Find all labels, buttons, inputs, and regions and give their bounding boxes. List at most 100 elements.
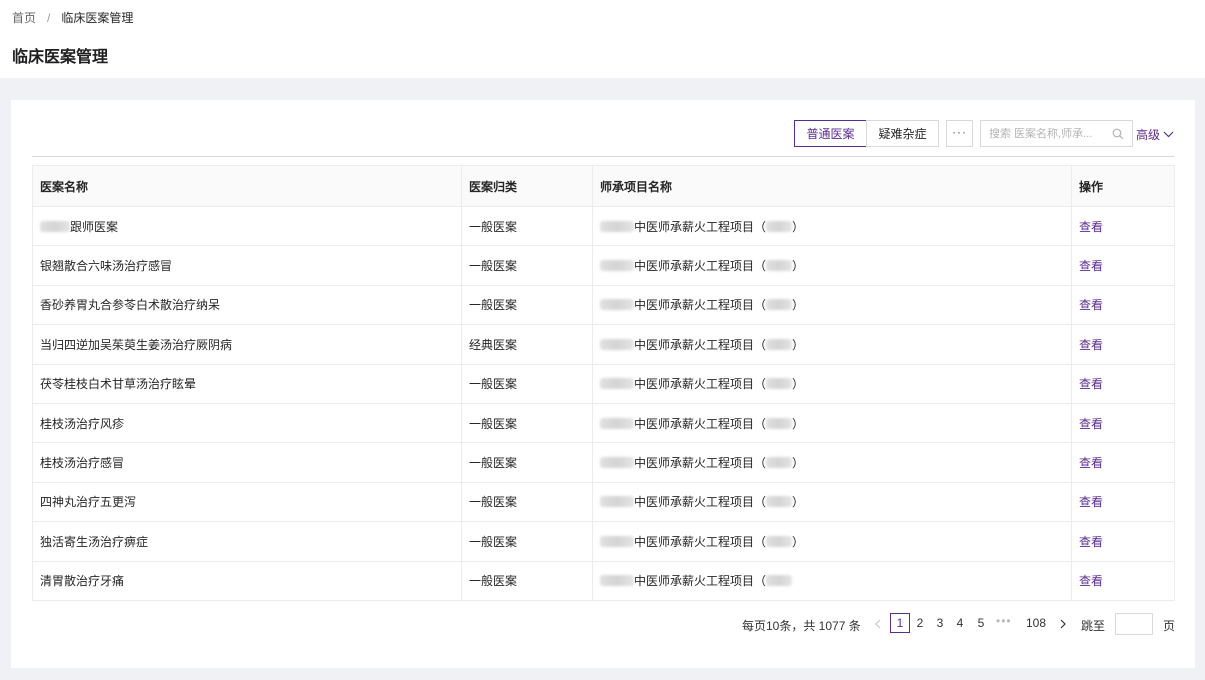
case-name[interactable]: 茯苓桂枝白术甘草汤治疗眩晕 [40, 377, 196, 391]
redacted-text [600, 457, 634, 469]
view-link[interactable]: 查看 [1079, 338, 1103, 352]
cell-category: 一般医案 [461, 402, 593, 444]
table-header-row: 医案名称 医案归类 师承项目名称 操作 [32, 165, 1175, 207]
cell-project: 中医师承薪火工程项目（ ） [592, 481, 1072, 523]
table-row: 四神丸治疗五更泻 一般医案 中医师承薪火工程项目（ ） 查看 [32, 481, 1175, 523]
cell-category: 一般医案 [461, 560, 593, 601]
project-name-end: ） [792, 456, 805, 471]
jump-to-label: 跳至 [1081, 619, 1106, 633]
project-name: 中医师承薪火工程项目（ [634, 219, 767, 234]
view-link[interactable]: 查看 [1079, 417, 1103, 431]
project-name-end: ） [792, 534, 805, 549]
more-button[interactable]: ··· [946, 120, 973, 147]
redacted-text [766, 299, 793, 311]
case-name[interactable]: 四神丸治疗五更泻 [40, 495, 136, 509]
toolbar-divider [32, 156, 1174, 157]
table-row: 银翘散合六味汤治疗感冒 一般医案 中医师承薪火工程项目（ ） 查看 [32, 245, 1175, 286]
jump-to-suffix: 页 [1163, 619, 1176, 633]
cell-project: 中医师承薪火工程项目（ ） [592, 245, 1072, 286]
redacted-text [766, 457, 793, 469]
cell-actions: 查看 [1071, 245, 1175, 286]
cell-actions: 查看 [1071, 205, 1175, 247]
table-row: 茯苓桂枝白术甘草汤治疗眩晕 一般医案 中医师承薪火工程项目（ ） 查看 [32, 363, 1175, 404]
project-name: 中医师承薪火工程项目（ [634, 337, 767, 352]
case-name[interactable]: 当归四逆加吴茱萸生姜汤治疗厥阴病 [40, 338, 232, 352]
redacted-text [600, 417, 634, 429]
tab-difficult-cases[interactable]: 疑难杂症 [866, 120, 939, 147]
page-button-3[interactable]: 3 [930, 613, 950, 633]
view-link[interactable]: 查看 [1079, 495, 1103, 509]
redacted-text [766, 496, 793, 508]
redacted-text [766, 417, 793, 429]
cell-project: 中医师承薪火工程项目（ ） [592, 402, 1072, 444]
case-name[interactable]: 跟师医案 [70, 220, 118, 234]
redacted-text [600, 220, 634, 232]
redacted-text [600, 338, 634, 350]
breadcrumb: 首页 / 临床医案管理 [12, 9, 133, 26]
cell-case-name: 桂枝汤治疗风疹 [32, 402, 462, 444]
case-name[interactable]: 银翘散合六味汤治疗感冒 [40, 259, 172, 273]
case-name[interactable]: 独活寄生汤治疗痹症 [40, 535, 148, 549]
table-row: 清胃散治疗牙痛 一般医案 中医师承薪火工程项目（ 查看 [32, 560, 1175, 601]
view-link[interactable]: 查看 [1079, 298, 1103, 312]
table-row: 当归四逆加吴茱萸生姜汤治疗厥阴病 经典医案 中医师承薪火工程项目（ ） 查看 [32, 324, 1175, 365]
case-name[interactable]: 香砂养胃丸合参苓白术散治疗纳呆 [40, 298, 220, 312]
view-link[interactable]: 查看 [1079, 574, 1103, 588]
project-name-end: ） [792, 219, 805, 234]
search-icon[interactable] [1112, 128, 1124, 140]
page-button-4[interactable]: 4 [950, 613, 970, 633]
breadcrumb-home[interactable]: 首页 [12, 9, 36, 26]
project-name-end: ） [792, 377, 805, 392]
search-box [980, 120, 1133, 147]
breadcrumb-separator: / [47, 10, 51, 25]
cell-case-name: 银翘散合六味汤治疗感冒 [32, 245, 462, 286]
redacted-text [600, 378, 634, 390]
view-link[interactable]: 查看 [1079, 220, 1103, 234]
advanced-search-toggle[interactable]: 高级 [1136, 126, 1174, 143]
page-button-2[interactable]: 2 [910, 613, 930, 633]
pagination-ellipsis[interactable]: ••• [996, 614, 1012, 628]
project-name: 中医师承薪火工程项目（ [634, 298, 767, 313]
cell-project: 中医师承薪火工程项目（ ） [592, 442, 1072, 483]
view-link[interactable]: 查看 [1079, 377, 1103, 391]
chevron-left-icon[interactable] [873, 618, 883, 630]
column-header-case-name: 医案名称 [32, 165, 462, 207]
redacted-text [766, 378, 793, 390]
page-button-5[interactable]: 5 [971, 613, 991, 633]
cell-category: 经典医案 [461, 324, 593, 365]
tab-general-cases[interactable]: 普通医案 [794, 120, 867, 147]
advanced-label: 高级 [1136, 128, 1161, 142]
cell-project: 中医师承薪火工程项目（ ） [592, 521, 1072, 562]
cell-category: 一般医案 [461, 205, 593, 247]
table-row: 香砂养胃丸合参苓白术散治疗纳呆 一般医案 中医师承薪火工程项目（ ） 查看 [32, 284, 1175, 326]
case-name[interactable]: 清胃散治疗牙痛 [40, 574, 124, 588]
project-name-end: ） [792, 259, 805, 274]
redacted-text [600, 260, 634, 272]
project-name-end: ） [792, 298, 805, 313]
case-table: 医案名称 医案归类 师承项目名称 操作 跟师医案 一般医案 中医师承薪火工程项目（）… [32, 165, 1175, 601]
cell-category: 一般医案 [461, 442, 593, 483]
breadcrumb-current: 临床医案管理 [61, 11, 134, 25]
view-link[interactable]: 查看 [1079, 535, 1103, 549]
cell-case-name: 当归四逆加吴茱萸生姜汤治疗厥阴病 [32, 324, 462, 365]
redacted-text [600, 575, 634, 587]
table-row: 跟师医案 一般医案 中医师承薪火工程项目（ ） 查看 [32, 205, 1175, 247]
project-name: 中医师承薪火工程项目（ [634, 416, 767, 431]
redacted-text [766, 535, 793, 547]
cell-actions: 查看 [1071, 481, 1175, 523]
project-name: 中医师承薪火工程项目（ [634, 574, 767, 589]
redacted-text [600, 535, 634, 547]
view-link[interactable]: 查看 [1079, 456, 1103, 470]
cell-category: 一般医案 [461, 363, 593, 404]
page-button-last[interactable]: 108 [1023, 613, 1049, 633]
jump-to-page-input[interactable] [1115, 613, 1153, 635]
table-row: 桂枝汤治疗感冒 一般医案 中医师承薪火工程项目（ ） 查看 [32, 442, 1175, 483]
cell-case-name: 跟师医案 [32, 205, 462, 247]
case-name[interactable]: 桂枝汤治疗感冒 [40, 456, 124, 470]
case-name[interactable]: 桂枝汤治疗风疹 [40, 417, 124, 431]
view-link[interactable]: 查看 [1079, 259, 1103, 273]
page-button-1[interactable]: 1 [890, 613, 910, 633]
chevron-right-icon[interactable] [1058, 618, 1068, 630]
search-input[interactable] [989, 127, 1107, 140]
project-name-end: ） [792, 416, 805, 431]
